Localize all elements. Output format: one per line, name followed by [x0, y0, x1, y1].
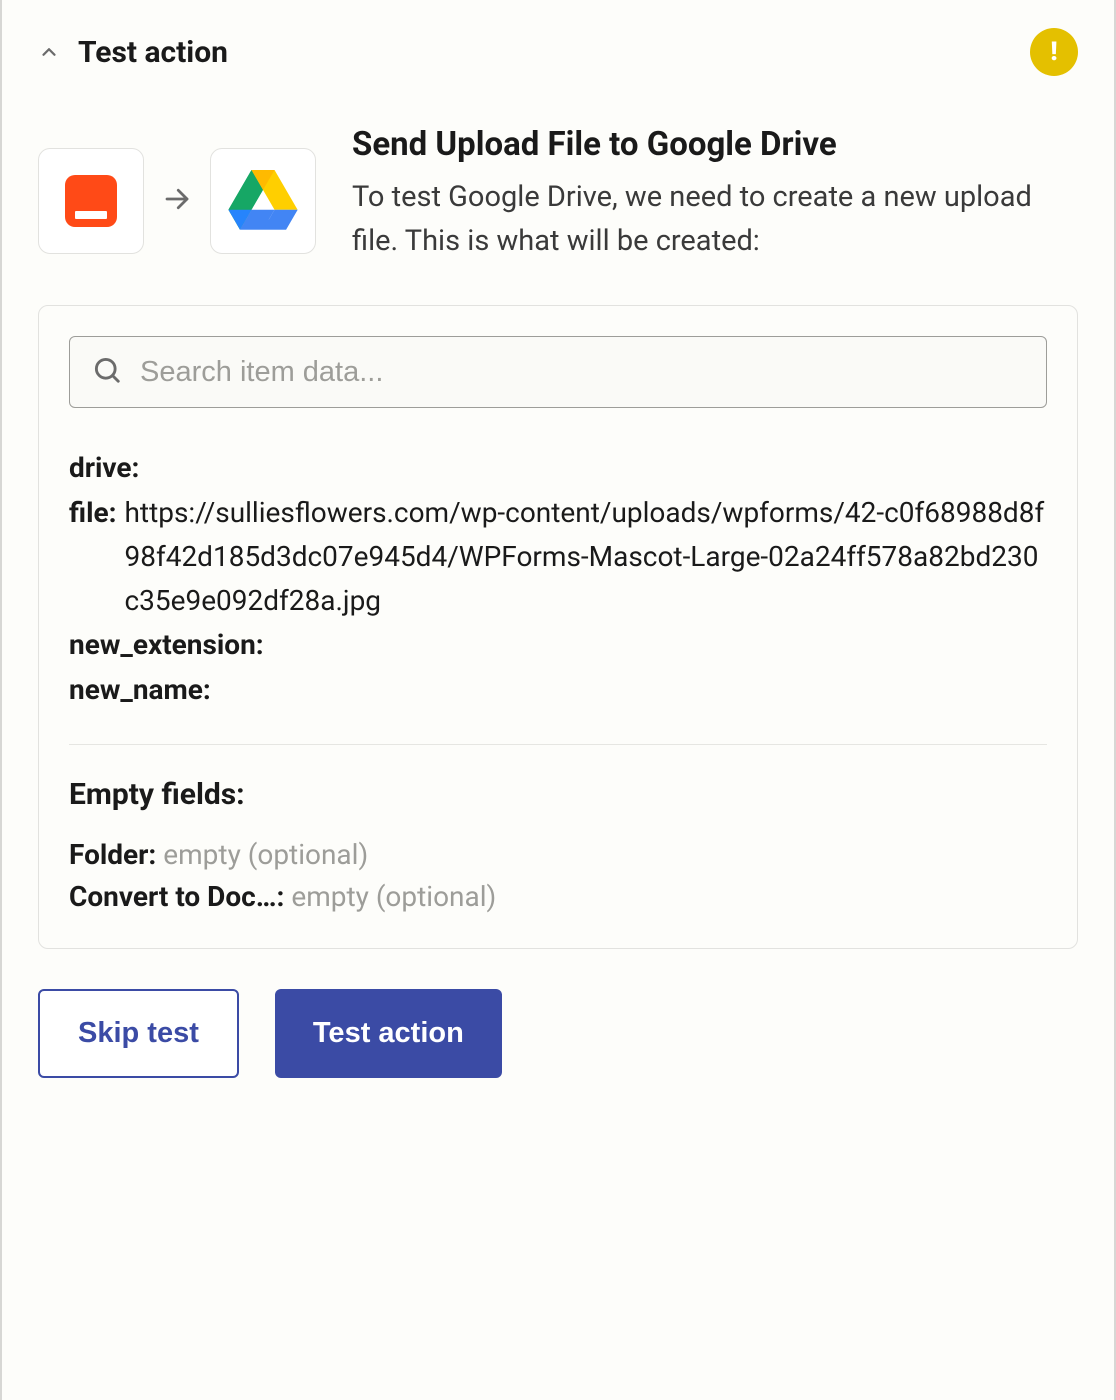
- empty-field-convert: Convert to Doc…: empty (optional): [69, 876, 1047, 918]
- field-value: https://sulliesflowers.com/wp-content/up…: [117, 491, 1048, 624]
- search-box[interactable]: [69, 336, 1047, 408]
- field-file: file: https://sulliesflowers.com/wp-cont…: [69, 491, 1047, 624]
- empty-field-value: empty (optional): [291, 880, 496, 913]
- chevron-up-icon[interactable]: [38, 41, 60, 63]
- field-key: drive:: [69, 446, 139, 490]
- warning-badge-icon[interactable]: !: [1030, 28, 1078, 76]
- empty-field-key: Folder:: [69, 838, 156, 871]
- icon-flow: [38, 124, 316, 254]
- empty-field-folder: Folder: empty (optional): [69, 834, 1047, 876]
- info-row: Send Upload File to Google Drive To test…: [38, 124, 1078, 263]
- button-row: Skip test Test action: [38, 989, 1078, 1078]
- empty-fields-heading: Empty fields:: [69, 777, 1047, 812]
- source-app-icon: [38, 148, 144, 254]
- divider: [69, 744, 1047, 745]
- field-drive: drive:: [69, 446, 1047, 490]
- test-action-button[interactable]: Test action: [275, 989, 502, 1078]
- arrow-right-icon: [162, 184, 192, 218]
- field-key: new_extension:: [69, 623, 264, 667]
- empty-field-value: empty (optional): [163, 838, 368, 871]
- search-icon: [92, 355, 122, 389]
- empty-field-key: Convert to Doc…:: [69, 880, 284, 913]
- field-list: drive: file: https://sulliesflowers.com/…: [69, 446, 1047, 711]
- info-title: Send Upload File to Google Drive: [352, 124, 1078, 165]
- section-header: Test action !: [38, 28, 1078, 76]
- field-new-name: new_name:: [69, 668, 1047, 712]
- field-key: file:: [69, 491, 117, 535]
- info-description: To test Google Drive, we need to create …: [352, 175, 1078, 263]
- target-app-icon: [210, 148, 316, 254]
- field-key: new_name:: [69, 668, 211, 712]
- field-new-extension: new_extension:: [69, 623, 1047, 667]
- data-panel: drive: file: https://sulliesflowers.com/…: [38, 305, 1078, 948]
- search-input[interactable]: [140, 356, 1024, 389]
- section-title: Test action: [78, 35, 228, 70]
- skip-test-button[interactable]: Skip test: [38, 989, 239, 1078]
